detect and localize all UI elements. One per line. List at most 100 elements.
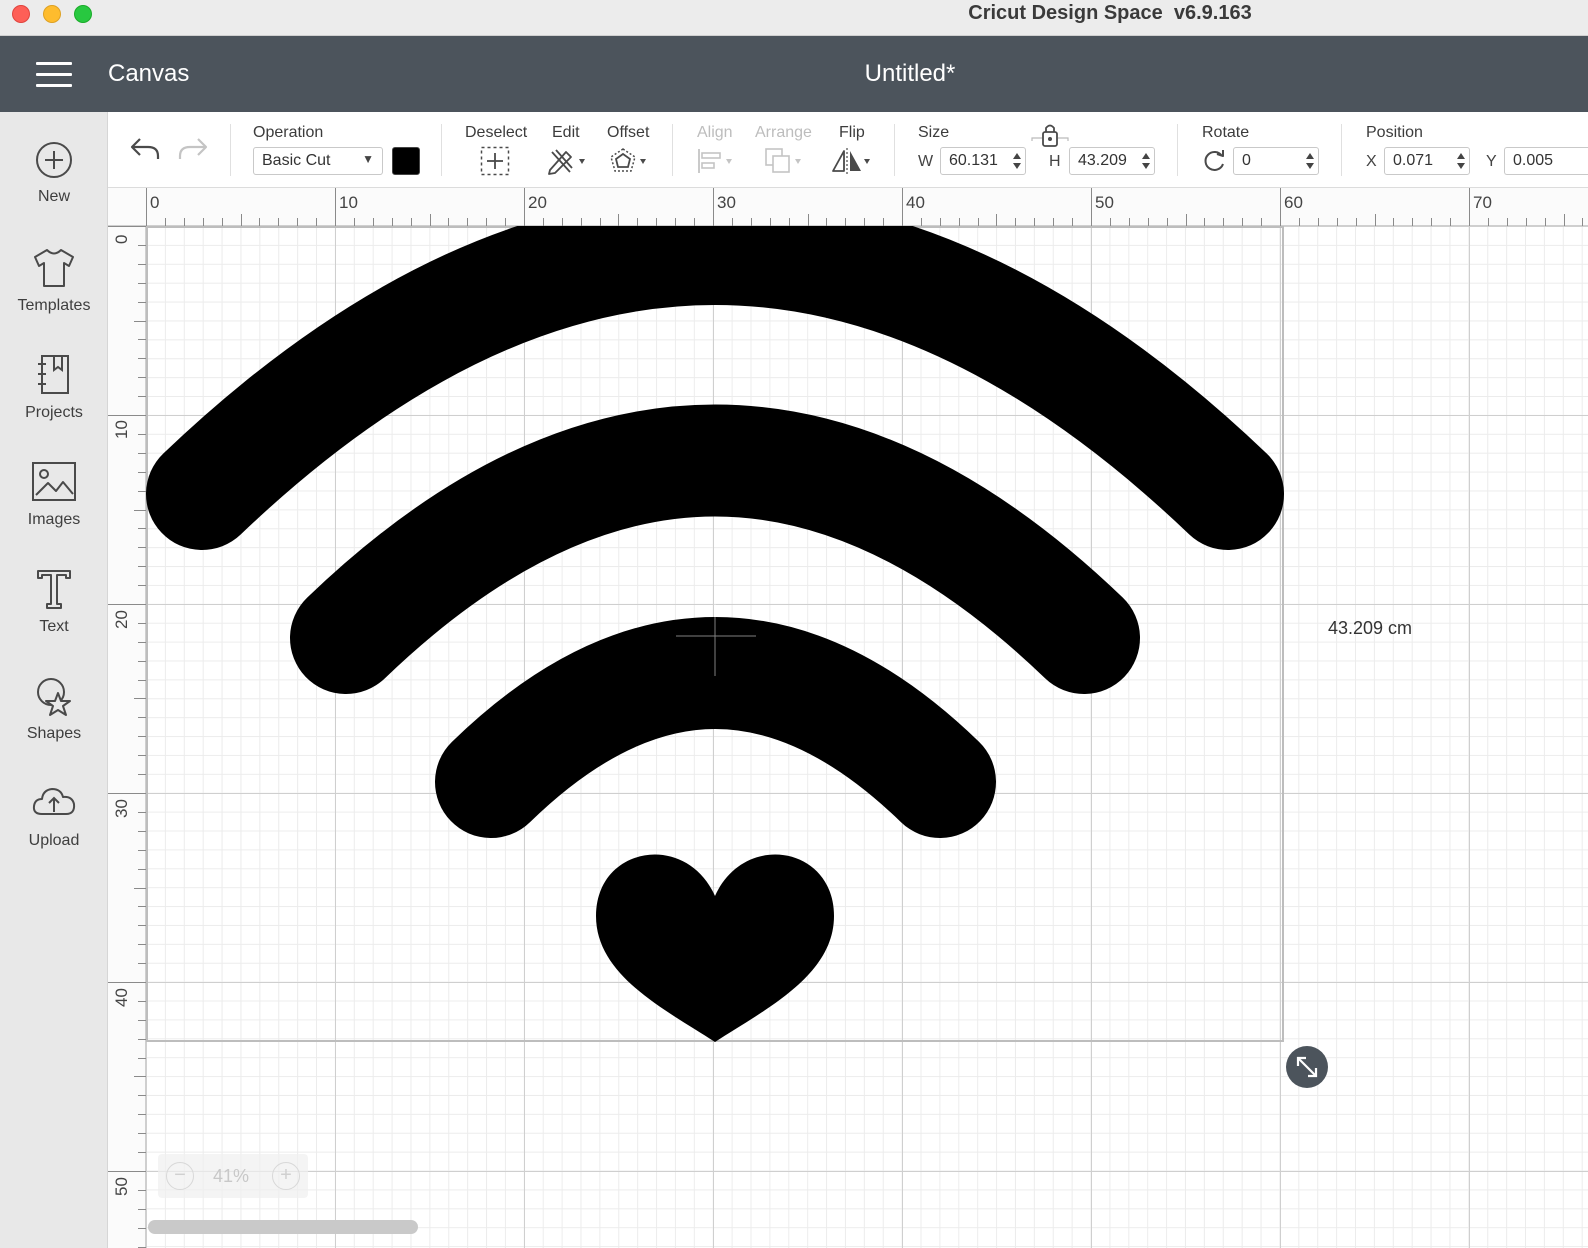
stepper-icon[interactable] [1141,151,1151,171]
position-y-label: Y [1486,153,1497,170]
minimize-window-button[interactable] [43,5,61,23]
operation-select[interactable]: Basic Cut ▼ [253,147,383,175]
sidebar-item-shapes[interactable]: Shapes [0,675,108,775]
stepper-icon[interactable] [1012,151,1022,171]
align-icon[interactable] [696,146,738,176]
sidebar-item-label: Projects [25,404,83,421]
stepper-icon[interactable] [1456,151,1466,171]
sidebar-item-new[interactable]: New [0,140,108,240]
sidebar-item-upload[interactable]: Upload [0,782,108,882]
ruler-label: 30 [717,193,736,212]
sidebar-item-label: Templates [17,297,91,314]
ruler-label: 50 [1095,193,1114,212]
arrange-icon[interactable] [763,146,807,176]
resize-arrows-icon [1296,1056,1318,1078]
undo-icon[interactable] [128,134,162,164]
sidebar-item-label: New [37,188,70,205]
left-sidebar: New Templates Projects Images Text Shape… [0,112,108,1248]
ruler-label: 0 [112,234,131,244]
align-label: Align [697,124,733,141]
text-t-icon [37,570,71,609]
ruler-label: 20 [528,193,547,212]
zoom-control: − 41% + [158,1154,308,1198]
deselect-icon[interactable] [480,146,510,176]
notebook-icon [38,355,69,394]
design-canvas[interactable]: 0 10 20 30 40 50 60 70 0 10 20 30 40 50 … [108,188,1588,1248]
app-header: Canvas Untitled* [0,36,1588,112]
operation-value: Basic Cut [262,152,331,169]
rotate-input[interactable]: 0 [1233,147,1319,175]
ruler-ticks [108,226,146,1248]
zoom-level: 41% [213,1166,250,1186]
heart-shape[interactable] [596,854,834,1042]
position-y-value: 0.005 [1513,152,1554,169]
offset-icon[interactable] [608,146,650,176]
rotate-label: Rotate [1202,124,1250,141]
ruler-label: 70 [1473,193,1492,212]
lock-icon[interactable] [1028,120,1072,150]
hamburger-menu-button[interactable] [36,62,72,88]
position-x-input[interactable]: 0.071 [1384,147,1470,175]
sidebar-item-label: Shapes [26,725,82,742]
zoom-out-button[interactable]: − [166,1162,194,1190]
image-icon [32,462,76,501]
document-title: Untitled* [864,60,956,87]
arrange-label: Arrange [755,124,812,141]
ruler-label: 20 [112,610,131,629]
width-input[interactable]: 60.131 [940,147,1026,175]
height-value: 43.209 [1078,152,1127,169]
edit-label: Edit [552,124,580,141]
rotate-value: 0 [1242,152,1251,169]
sidebar-item-projects[interactable]: Projects [0,354,108,454]
edit-tools-icon[interactable] [546,146,588,176]
position-label: Position [1366,124,1423,141]
ruler-label: 40 [906,193,925,212]
shapes-icon [37,678,71,716]
sidebar-item-templates[interactable]: Templates [0,247,108,347]
width-label: W [918,153,934,170]
ruler-ticks [146,188,1583,226]
chevron-down-icon: ▼ [362,152,374,166]
wifi-inner-arc[interactable] [435,617,996,838]
zoom-in-button[interactable]: + [272,1162,300,1190]
sidebar-item-label: Images [27,511,81,528]
ruler-label: 10 [339,193,358,212]
plus-circle-icon [36,142,72,178]
app-title: Cricut Design Space v6.9.163 [968,2,1252,24]
position-x-label: X [1366,153,1377,170]
tshirt-icon [34,249,74,287]
height-input[interactable]: 43.209 [1069,147,1155,175]
horizontal-ruler: 0 10 20 30 40 50 60 70 [108,188,1588,226]
flip-icon[interactable] [830,146,874,176]
ruler-label: 0 [150,193,160,212]
resize-handle[interactable] [1286,1046,1328,1088]
operation-color-swatch[interactable] [392,147,420,175]
position-y-input[interactable]: 0.005 [1504,147,1588,175]
sidebar-item-text[interactable]: Text [0,568,108,668]
vertical-ruler: 0 10 20 30 40 50 [108,226,146,1248]
position-x-value: 0.071 [1393,152,1434,169]
cloud-upload-icon [32,788,76,815]
size-label: Size [918,124,950,141]
ruler-label: 60 [1284,193,1303,212]
height-dimension-readout: 43.209 cm [1328,618,1413,638]
ruler-label: 30 [112,799,131,818]
section-title: Canvas [108,60,190,87]
ruler-label: 40 [112,988,131,1007]
edit-toolbar: Operation Basic Cut ▼ Deselect Edit Offs… [108,112,1588,188]
horizontal-scrollbar[interactable] [148,1220,418,1234]
flip-label: Flip [839,124,865,141]
rotate-icon [1204,150,1224,171]
width-value: 60.131 [949,152,998,169]
deselect-label: Deselect [465,124,528,141]
ruler-label: 50 [112,1177,131,1196]
sidebar-item-images[interactable]: Images [0,461,108,561]
stepper-icon[interactable] [1305,151,1315,171]
ruler-label: 10 [112,420,131,439]
wifi-heart-design[interactable] [146,226,1284,1042]
sidebar-item-label: Upload [28,832,80,849]
close-window-button[interactable] [12,5,30,23]
redo-icon[interactable] [176,134,210,164]
maximize-window-button[interactable] [74,5,92,23]
window-titlebar: Cricut Design Space v6.9.163 [0,0,1588,36]
